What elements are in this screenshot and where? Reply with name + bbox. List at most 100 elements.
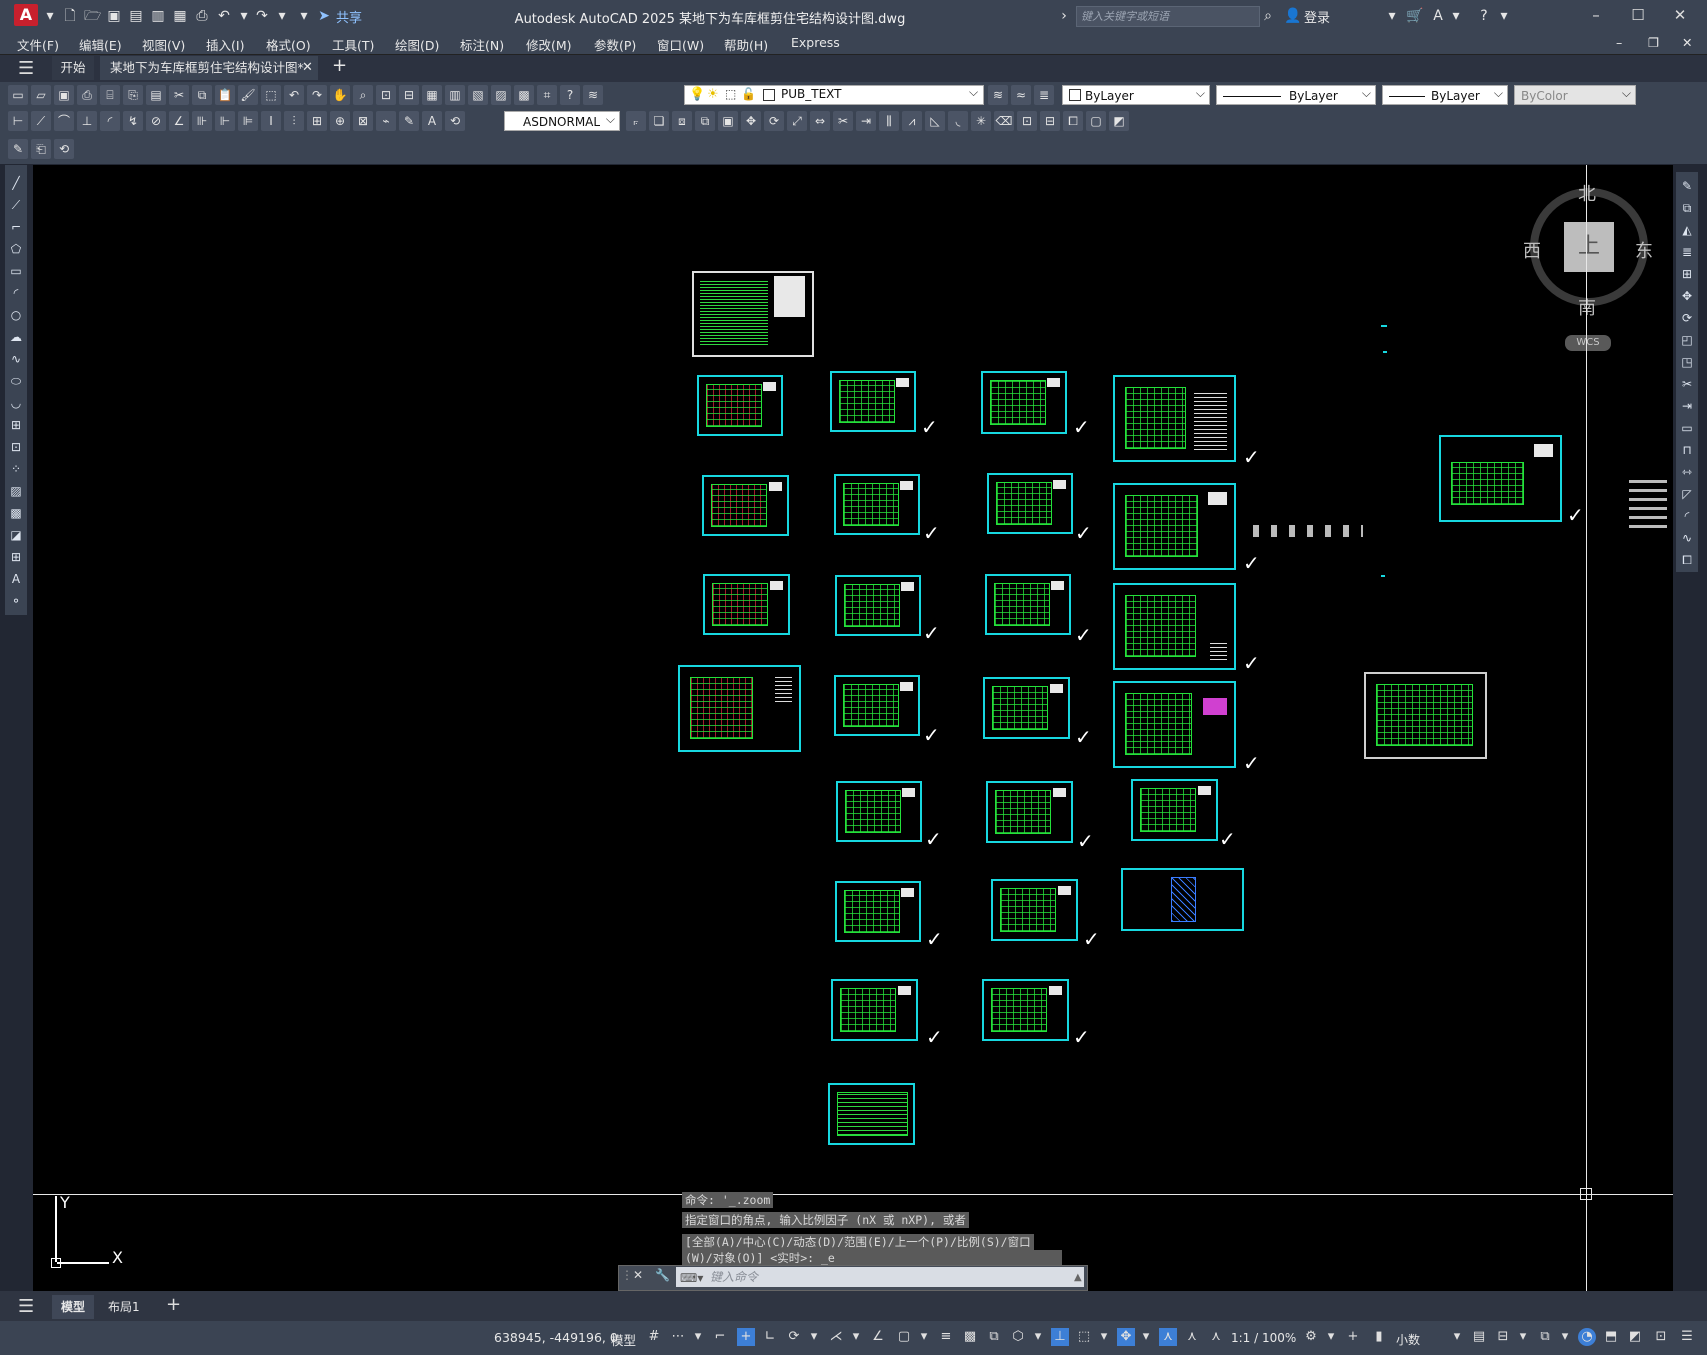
- workspace-gear-icon[interactable]: ⚙: [1302, 1328, 1320, 1346]
- 3d-osnap-icon[interactable]: ⬡: [1009, 1328, 1027, 1346]
- search-icon[interactable]: ⌕: [1260, 8, 1276, 24]
- units-dropdown-icon[interactable]: ▾: [1448, 1328, 1466, 1346]
- open-folder-icon[interactable]: 🗁: [84, 8, 101, 24]
- ungroup-icon[interactable]: ⊟: [1040, 111, 1060, 131]
- center-mark-icon[interactable]: ⊕: [330, 111, 350, 131]
- move-icon[interactable]: ✥: [741, 111, 761, 131]
- dim-style-icon[interactable]: ⟔: [626, 111, 646, 131]
- drawing-sheet[interactable]: [697, 375, 783, 436]
- aligned-dim-icon[interactable]: ⟋: [31, 111, 51, 131]
- drawing-sheet[interactable]: [703, 574, 790, 635]
- customization-menu-icon[interactable]: ☰: [1678, 1328, 1696, 1346]
- angular-dim-icon[interactable]: ∠: [169, 111, 189, 131]
- polar-tracking-icon[interactable]: ⟳: [785, 1328, 803, 1346]
- move-icon[interactable]: ✥: [1679, 288, 1695, 304]
- gradient-icon[interactable]: ▩: [8, 505, 24, 521]
- open-icon[interactable]: ▱: [31, 85, 51, 105]
- isodraft-icon[interactable]: ⋌: [827, 1328, 845, 1346]
- fillet-icon[interactable]: ◜: [1679, 508, 1695, 524]
- clean-screen-icon[interactable]: ⬒: [1602, 1328, 1620, 1346]
- offset-icon[interactable]: ≣: [1679, 244, 1695, 260]
- break-icon[interactable]: ⊓: [1679, 442, 1695, 458]
- extend-icon[interactable]: ⇥: [1679, 398, 1695, 414]
- polar-dropdown-icon[interactable]: ▾: [805, 1328, 823, 1346]
- close-command-icon[interactable]: ✕: [633, 1268, 643, 1282]
- annotation-monitor-icon[interactable]: +: [1344, 1328, 1362, 1346]
- compass-east[interactable]: 东: [1635, 237, 1653, 263]
- doc-minimize-icon[interactable]: –: [1616, 35, 1622, 50]
- attach-icon[interactable]: ⎗: [31, 139, 51, 159]
- continue-dim-icon[interactable]: ⊫: [238, 111, 258, 131]
- circle-icon[interactable]: ○: [8, 307, 24, 323]
- sun-icon[interactable]: ☀: [707, 87, 719, 102]
- doc-close-icon[interactable]: ✕: [1682, 35, 1692, 50]
- menu-draw[interactable]: 绘图(D): [395, 35, 439, 54]
- chamfer-icon[interactable]: ◺: [925, 111, 945, 131]
- trim-icon[interactable]: ✂: [1679, 376, 1695, 392]
- arc-length-icon[interactable]: ⌒: [54, 111, 74, 131]
- dim-edit-icon[interactable]: ✎: [399, 111, 419, 131]
- autocad-logo-icon[interactable]: A: [14, 4, 38, 26]
- autodesk-app-icon[interactable]: A: [1430, 8, 1446, 24]
- menu-file[interactable]: 文件(F): [17, 35, 59, 54]
- help-icon[interactable]: ?: [1476, 8, 1492, 24]
- drawing-sheet[interactable]: [1113, 583, 1236, 670]
- zoom-previous-icon[interactable]: ⊟: [399, 85, 419, 105]
- lock-icon[interactable]: 🔓: [741, 87, 756, 101]
- compass-west[interactable]: 西: [1523, 237, 1541, 263]
- close-window-icon[interactable]: ✕: [1666, 4, 1694, 26]
- plot-icon[interactable]: ⎙: [194, 8, 210, 24]
- polyline-icon[interactable]: ⌐: [8, 219, 24, 235]
- units-value[interactable]: 小数: [1396, 1331, 1420, 1348]
- save-icon[interactable]: ▣: [106, 8, 122, 24]
- markup-icon[interactable]: ▩: [514, 85, 534, 105]
- user-icon[interactable]: 👤: [1284, 8, 1301, 24]
- snap-dropdown-icon[interactable]: ▾: [689, 1328, 707, 1346]
- expand-arrow-icon[interactable]: ›: [1056, 8, 1072, 24]
- 3d-print-icon[interactable]: ▤: [146, 85, 166, 105]
- auto-scale-icon[interactable]: ⋏: [1183, 1328, 1201, 1346]
- drawing-sheet[interactable]: [834, 474, 920, 535]
- save-icon[interactable]: ▣: [54, 85, 74, 105]
- line-icon[interactable]: ╱: [8, 175, 24, 191]
- arc-icon[interactable]: ◜: [8, 285, 24, 301]
- wcs-menu[interactable]: WCS: [1565, 335, 1611, 351]
- tab-layout1[interactable]: 布局1: [108, 1295, 140, 1319]
- file-tabs-menu-icon[interactable]: ☰: [18, 58, 34, 79]
- rotate-icon[interactable]: ⟳: [1679, 310, 1695, 326]
- layer-dropdown[interactable]: 💡 ☀ ⬚ 🔓 PUB_TEXT ⌵: [684, 85, 984, 105]
- drawing-sheet[interactable]: [981, 371, 1067, 434]
- selection-filter-icon[interactable]: ⬚: [1075, 1328, 1093, 1346]
- layout-menu-icon[interactable]: ☰: [18, 1296, 34, 1317]
- draw-order-icon[interactable]: ⧠: [1063, 111, 1083, 131]
- region-icon[interactable]: ◪: [8, 527, 24, 543]
- point-icon[interactable]: ⁘: [8, 461, 24, 477]
- make-block-icon[interactable]: ⊡: [8, 439, 24, 455]
- construction-line-icon[interactable]: ⟋: [8, 197, 24, 213]
- fullscreen-icon[interactable]: ⊡: [1652, 1328, 1670, 1346]
- join-icon[interactable]: ⇿: [1679, 464, 1695, 480]
- share-button[interactable]: 共享: [336, 7, 362, 26]
- extend-icon[interactable]: ⇥: [856, 111, 876, 131]
- login-dropdown-icon[interactable]: ▾: [1384, 8, 1400, 24]
- infer-constraints-icon[interactable]: ⌐: [711, 1328, 729, 1346]
- graphics-performance-icon[interactable]: ◩: [1626, 1328, 1644, 1346]
- table-icon[interactable]: ⊞: [8, 549, 24, 565]
- drawing-sheet[interactable]: [836, 781, 922, 842]
- properties-icon[interactable]: ▦: [422, 85, 442, 105]
- wipeout-icon[interactable]: ▢: [1086, 111, 1106, 131]
- ellipse-icon[interactable]: ⬭: [8, 373, 24, 389]
- minimize-window-icon[interactable]: –: [1582, 4, 1610, 26]
- dim-break-icon[interactable]: ⫶: [284, 111, 304, 131]
- object-snap-icon[interactable]: ▢: [895, 1328, 913, 1346]
- calculator-icon[interactable]: ⌗: [537, 85, 557, 105]
- drawing-sheet[interactable]: [985, 574, 1071, 635]
- drawing-sheet[interactable]: [982, 979, 1069, 1041]
- zoom-realtime-icon[interactable]: ⌕: [353, 85, 373, 105]
- viewcube-top-face[interactable]: 上: [1564, 222, 1614, 272]
- freeze-vp-icon[interactable]: ⬚: [725, 87, 736, 101]
- tolerance-icon[interactable]: ⊞: [307, 111, 327, 131]
- hatch-icon[interactable]: ▨: [8, 483, 24, 499]
- drawing-sheet[interactable]: [987, 473, 1073, 534]
- stretch-icon[interactable]: ◳: [1679, 354, 1695, 370]
